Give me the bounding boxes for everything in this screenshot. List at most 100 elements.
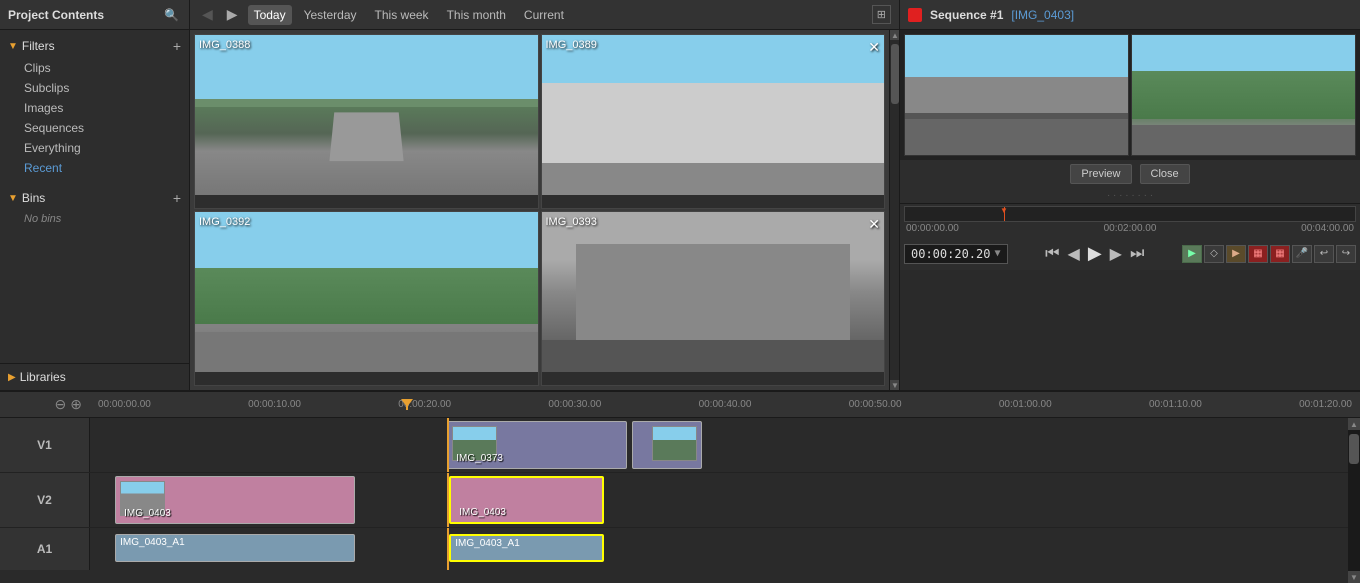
- clip-v1-img0373[interactable]: IMG_0373: [447, 421, 627, 469]
- clip-thumbnail-0392: [195, 212, 538, 372]
- timecode-dropdown-icon[interactable]: ▼: [994, 248, 1000, 259]
- transport-play[interactable]: ▶: [1085, 241, 1105, 266]
- transport-next-frame[interactable]: ▶: [1107, 242, 1125, 266]
- filters-header-left: ▼ Filters: [8, 39, 55, 53]
- ruler-mark-5: 00:00:50.00: [849, 399, 902, 410]
- filter-items: Clips Subclips Images Sequences Everythi…: [0, 58, 189, 178]
- scroll-down-arrow[interactable]: ▼: [890, 380, 899, 390]
- yesterday-button[interactable]: Yesterday: [298, 5, 363, 25]
- clip-v1-mini-thumb: [652, 426, 697, 461]
- timeline-scrollbar-v[interactable]: ▲ ▼: [1348, 418, 1360, 583]
- transport-to-start[interactable]: ⏮: [1042, 243, 1062, 265]
- ctrl-icon-mic[interactable]: 🎤: [1292, 245, 1312, 263]
- filter-clips[interactable]: Clips: [16, 58, 189, 78]
- grid-view-button[interactable]: ⊞: [872, 5, 891, 24]
- clip-close-0393[interactable]: ✕: [868, 216, 880, 233]
- ruler-mark-4: 00:00:40.00: [699, 399, 752, 410]
- preview-button[interactable]: Preview: [1070, 164, 1131, 184]
- clip-close-0389[interactable]: ✕: [868, 39, 880, 56]
- timeline-scroll-thumb[interactable]: [1349, 434, 1359, 464]
- nav-back-button[interactable]: ◀: [198, 4, 217, 25]
- ctrl-icon-5[interactable]: ▦: [1270, 245, 1290, 263]
- filter-everything[interactable]: Everything: [16, 138, 189, 158]
- app-container: Project Contents 🔍 ▼ Filters + Clips Sub…: [0, 0, 1360, 583]
- clip-v1-small[interactable]: [632, 421, 702, 469]
- track-a1-label: A1: [0, 528, 90, 570]
- clip-a1-short[interactable]: IMG_0403_A1: [449, 534, 604, 562]
- ctrl-icon-3[interactable]: ▶: [1226, 245, 1246, 263]
- transport-to-end[interactable]: ⏭: [1127, 243, 1147, 265]
- this-month-button[interactable]: This month: [441, 5, 512, 25]
- clip-thumbnail-0389: [542, 35, 885, 195]
- track-a1-content: IMG_0403_A1 IMG_0403_A1: [90, 528, 1348, 570]
- ruler-mark-1: 00:00:10.00: [248, 399, 301, 410]
- clip-v2-short[interactable]: IMG_0403: [449, 476, 604, 524]
- zoom-in-icon[interactable]: ⊕: [70, 396, 82, 413]
- libraries-header[interactable]: ▶ Libraries: [0, 364, 189, 390]
- libraries-triangle: ▶: [8, 372, 16, 383]
- close-button[interactable]: Close: [1140, 164, 1190, 184]
- grip-dots: · · · · · · · ·: [900, 188, 1360, 203]
- clip-item-0388[interactable]: IMG_0388: [194, 34, 539, 209]
- filter-recent[interactable]: Recent: [16, 158, 189, 178]
- preview-thumb-secondary[interactable]: [1131, 34, 1356, 156]
- current-button[interactable]: Current: [518, 5, 570, 25]
- ctrl-icon-1[interactable]: ▶: [1182, 245, 1202, 263]
- clip-item-0393[interactable]: IMG_0393 ✕: [541, 211, 886, 386]
- panel-header-icons: 🔍: [162, 6, 181, 24]
- ctrl-icon-4[interactable]: ▦: [1248, 245, 1268, 263]
- ruler-label-left: 00:00:00.00: [906, 223, 959, 234]
- track-v2-playhead: [447, 473, 449, 527]
- ctrl-icon-2[interactable]: ◇: [1204, 245, 1224, 263]
- bins-header[interactable]: ▼ Bins +: [0, 186, 189, 210]
- scroll-up-arrow[interactable]: ▲: [890, 30, 899, 40]
- ctrl-icon-undo[interactable]: ↩: [1314, 245, 1334, 263]
- scroll-track: [890, 40, 899, 380]
- browser-grid: IMG_0388 IMG_0389 ✕: [190, 30, 889, 390]
- clip-v2-long[interactable]: IMG_0403: [115, 476, 355, 524]
- clip-v1-name: IMG_0373: [452, 451, 507, 466]
- browser-panel-inner: IMG_0388 IMG_0389 ✕: [190, 30, 899, 390]
- search-button[interactable]: 🔍: [162, 6, 181, 24]
- clip-item-0392[interactable]: IMG_0392: [194, 211, 539, 386]
- scroll-thumb[interactable]: [891, 44, 899, 104]
- ruler-mark-6: 00:01:00.00: [999, 399, 1052, 410]
- clip-label-0392: IMG_0392: [199, 216, 250, 228]
- nav-forward-button[interactable]: ▶: [223, 4, 242, 25]
- timeline-scroll-up[interactable]: ▲: [1348, 418, 1360, 430]
- ruler-mark-3: 00:00:30.00: [548, 399, 601, 410]
- filter-images[interactable]: Images: [16, 98, 189, 118]
- bins-label: Bins: [22, 191, 45, 205]
- browser-scrollbar[interactable]: ▲ ▼: [889, 30, 899, 390]
- bins-add-icon[interactable]: +: [173, 190, 181, 206]
- today-button[interactable]: Today: [248, 5, 292, 25]
- preview-thumb-main[interactable]: [904, 34, 1129, 156]
- playhead-marker: ▼: [1000, 206, 1008, 215]
- preview-playhead: ▼: [1004, 207, 1005, 221]
- clip-a1-long-name: IMG_0403_A1: [116, 535, 354, 550]
- filters-add-icon[interactable]: +: [173, 38, 181, 54]
- transport-prev-frame[interactable]: ◀: [1065, 242, 1083, 266]
- track-a1: A1 IMG_0403_A1 IMG_0403_A1: [0, 528, 1348, 570]
- zoom-out-icon[interactable]: ⊖: [55, 396, 67, 413]
- timecode-display[interactable]: 00:00:20.20 ▼: [904, 244, 1008, 264]
- this-week-button[interactable]: This week: [369, 5, 435, 25]
- timeline-scroll-down[interactable]: ▼: [1348, 571, 1360, 583]
- clip-label-0388: IMG_0388: [199, 39, 250, 51]
- ruler-label-middle: 00:02:00.00: [1104, 223, 1157, 234]
- libraries-section: ▶ Libraries: [0, 363, 189, 390]
- filters-header[interactable]: ▼ Filters +: [0, 34, 189, 58]
- clip-label-0393: IMG_0393: [546, 216, 597, 228]
- clip-item-0389[interactable]: IMG_0389 ✕: [541, 34, 886, 209]
- ruler-label-right: 00:04:00.00: [1301, 223, 1354, 234]
- filter-sequences[interactable]: Sequences: [16, 118, 189, 138]
- clip-a1-long[interactable]: IMG_0403_A1: [115, 534, 355, 562]
- filter-subclips[interactable]: Subclips: [16, 78, 189, 98]
- timecode-value: 00:00:20.20: [911, 247, 990, 261]
- timeline-scroll-track: [1348, 430, 1360, 571]
- ruler-labels: 00:00:00.00 00:02:00.00 00:04:00.00: [904, 222, 1356, 235]
- preview-thumbnails: [900, 30, 1360, 160]
- ctrl-icon-redo[interactable]: ↪: [1336, 245, 1356, 263]
- playhead-arrow: [401, 399, 413, 407]
- sequence-indicator: [908, 8, 922, 22]
